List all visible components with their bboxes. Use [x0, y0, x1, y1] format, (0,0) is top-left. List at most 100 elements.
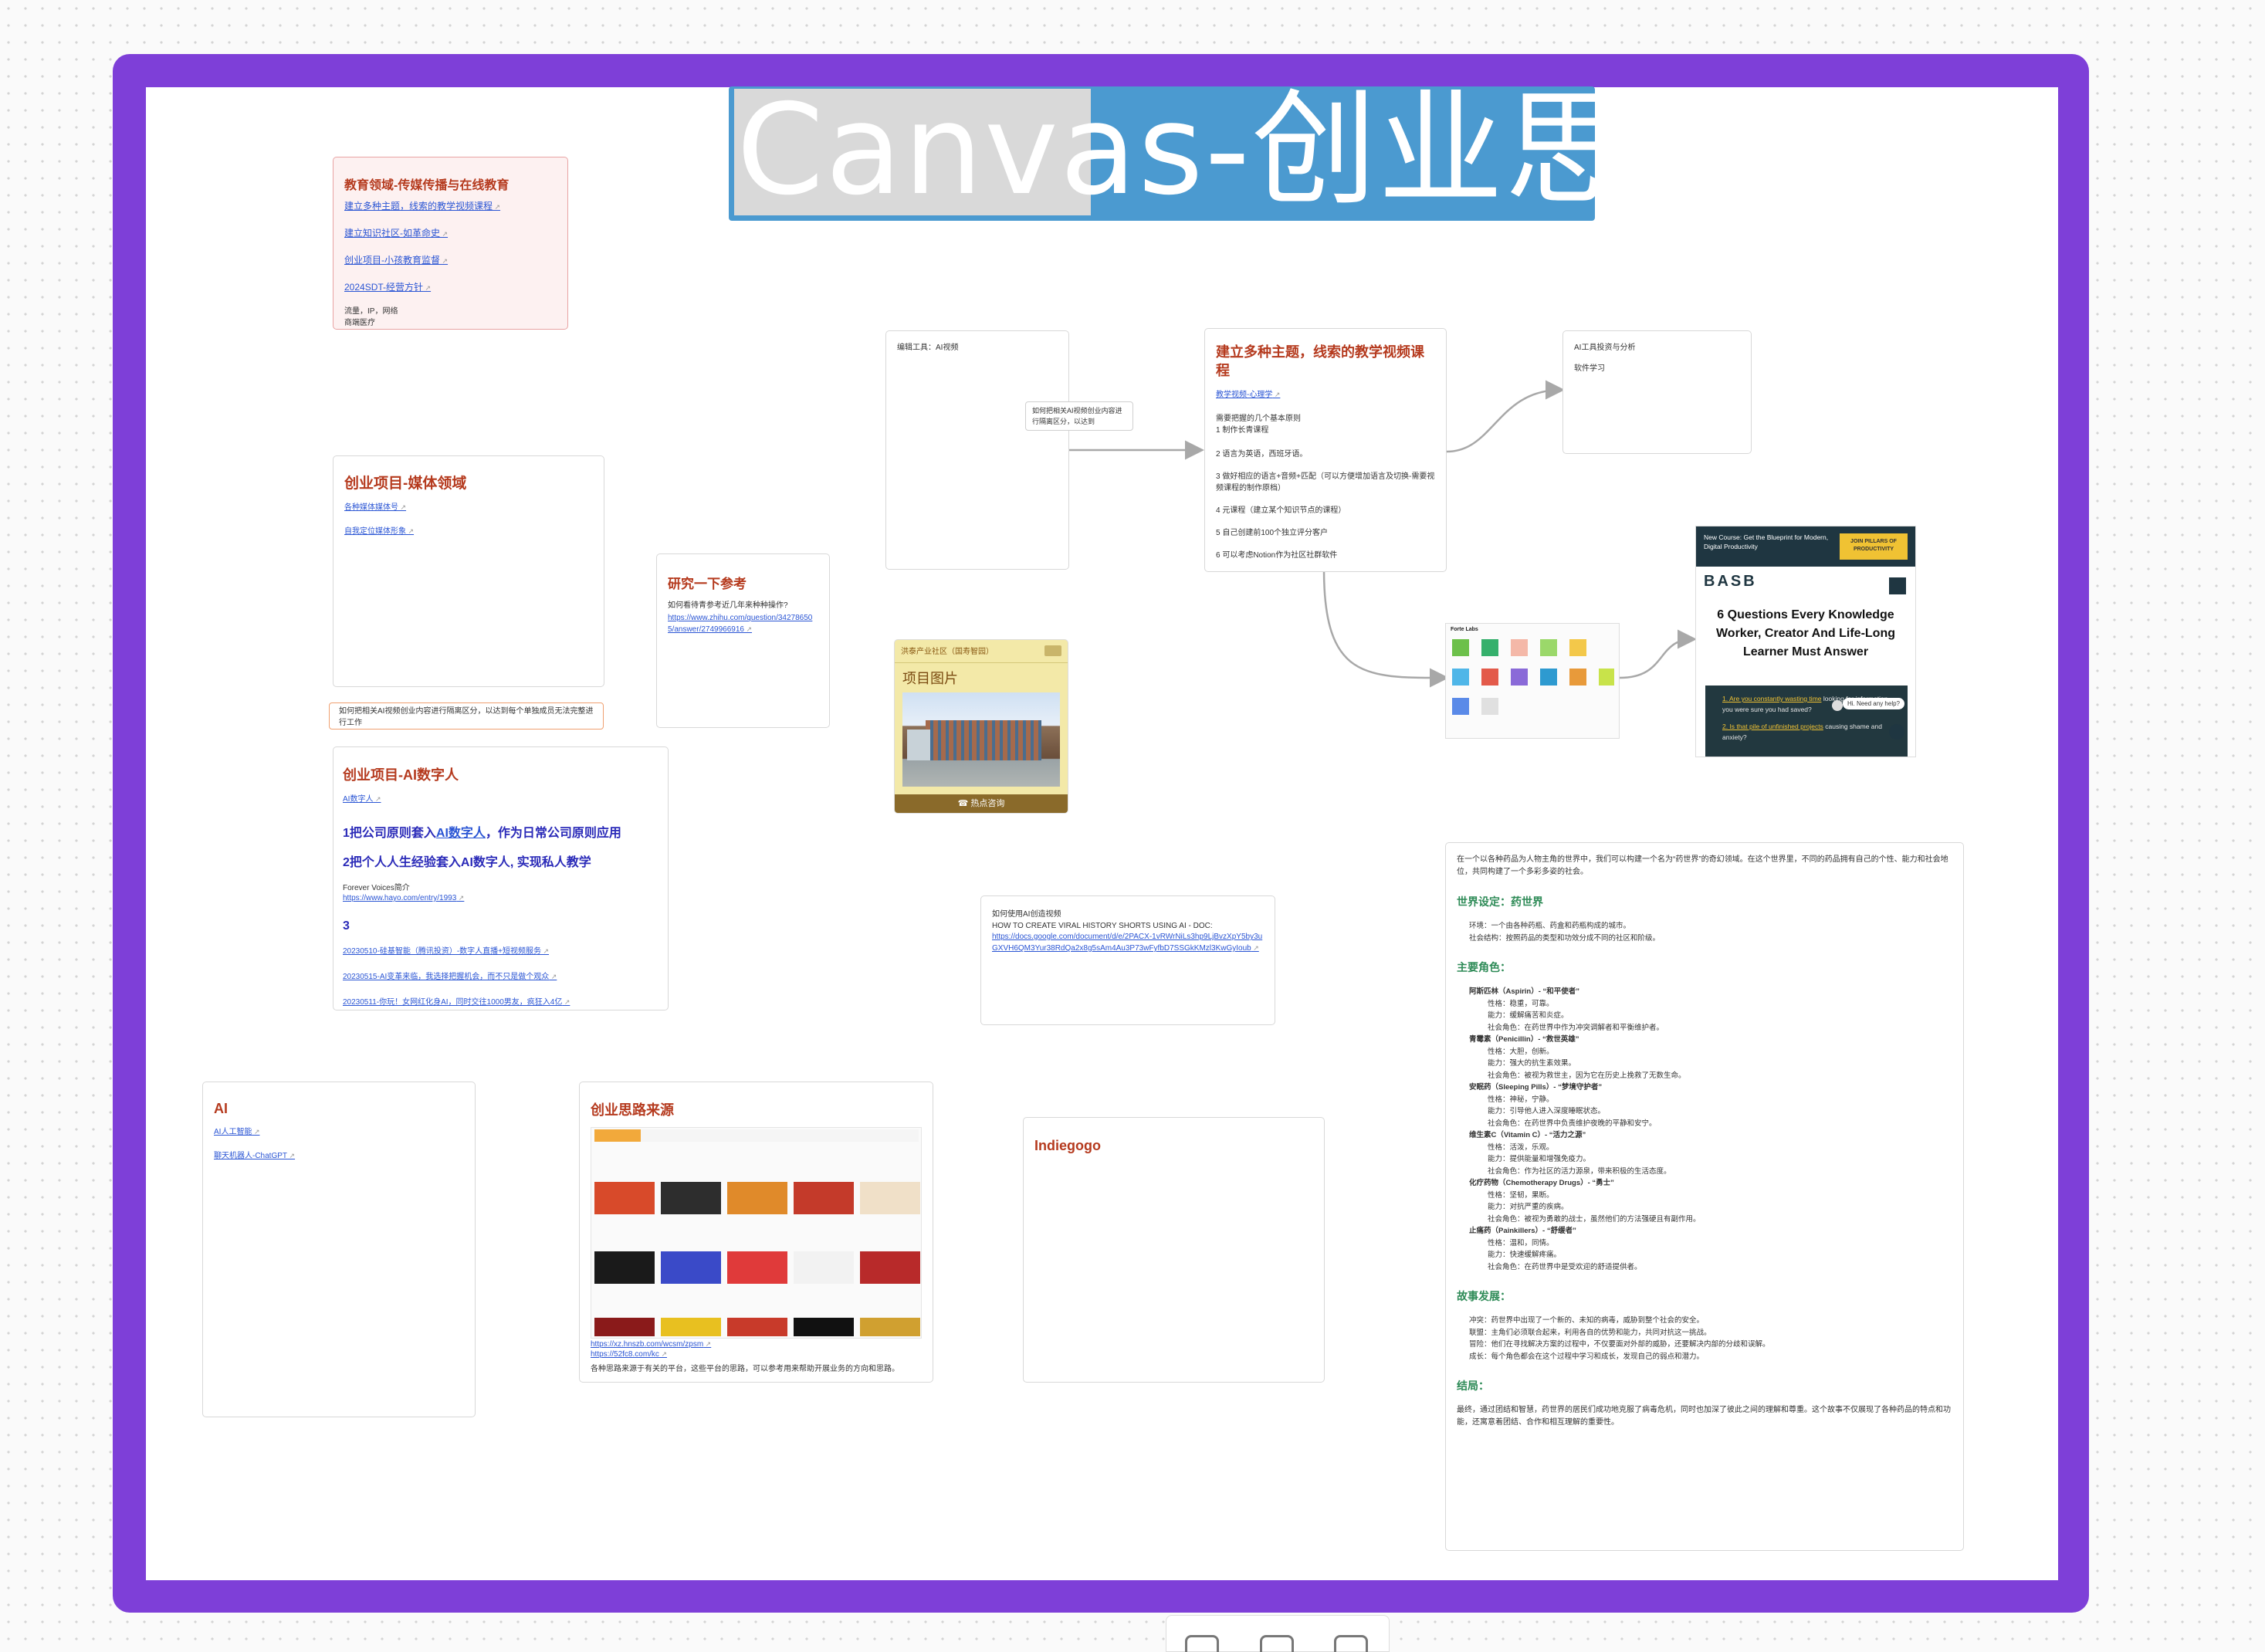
source-link-2[interactable]: https://52fc8.com/kc [591, 1350, 922, 1359]
char-painkillers: 止痛药（Painkillers）- “舒缓者” [1469, 1227, 1576, 1235]
forever-voices-label: Forever Voices简介 [343, 884, 410, 892]
ai-card-title: AI [214, 1101, 228, 1116]
source-link-1[interactable]: https://xz.hnszb.com/wcsm/zpsm [591, 1340, 922, 1349]
ai-human-card[interactable]: 创业项目-AI数字人 AI数字人 1把公司原则套入AI数字人，作为日常公司原则应… [333, 746, 669, 1010]
course-line-6: 5 自己创建前100个独立评分客户 [1216, 529, 1329, 537]
canvas-title[interactable]: Canvas-创业思路 [729, 86, 1595, 221]
education-card[interactable]: 教育领域-传媒传播与在线教育 建立多种主题，线索的教学视频课程 建立知识社区-如… [333, 157, 568, 330]
basb-web-embed[interactable]: New Course: Get the Blueprint for Modern… [1695, 526, 1916, 757]
education-title: 教育领域-传媒传播与在线教育 [344, 179, 510, 192]
course-line-2: 1 制作长青课程 [1216, 426, 1269, 435]
ideas-source-card[interactable]: 创业思路来源 https://xz.hnszb.com/wcsm/zpsm ht… [579, 1082, 933, 1383]
viral-shorts-card[interactable]: 如何使用AI创造视频 HOW TO CREATE VIRAL HISTORY S… [980, 895, 1275, 1025]
story-world-1: 环境：一个由各种药瓶、药盒和药瓶构成的城市。 [1469, 922, 1631, 930]
ai-tools-line2: 软件学习 [1574, 364, 1605, 373]
media-link-accounts[interactable]: 各种媒体媒体号 [344, 500, 593, 512]
research-link[interactable]: https://www.zhihu.com/question/342786505… [668, 613, 818, 635]
plot-adventure: 冒险：他们在寻找解决方案的过程中，不仅要面对外部的威胁，还要解决内部的分歧和误解… [1469, 1340, 1770, 1349]
basb-q1-link[interactable]: 1. Are you constantly wasting time [1722, 695, 1822, 702]
char-aspirin-attr-2: 能力：缓解痛苦和炎症。 [1488, 1011, 1569, 1020]
story-plot-title: 故事发展： [1457, 1290, 1511, 1302]
hamburger-icon[interactable] [1889, 577, 1906, 594]
char-vitamin-attr-2: 能力：提供能量和增强免疫力。 [1488, 1155, 1591, 1163]
ai-human-news-3[interactable]: 20230511-你玩！女网红化身AI，同时交往1000男友，疯狂入4亿 [343, 995, 659, 1007]
char-penicillin-attr-1: 性格：大胆，创新。 [1488, 1047, 1554, 1056]
new-media-icon[interactable] [1334, 1635, 1368, 1652]
line1-link[interactable]: AI数字人 [436, 827, 486, 840]
forte-labs-embed[interactable]: Forte Labs [1445, 623, 1620, 739]
char-sleeping-pills: 安眠药（Sleeping Pills）- “梦境守护者” [1469, 1083, 1603, 1092]
edu-note-traffic: 流量，IP，网络 [344, 307, 398, 316]
title-part2: -创业思路 [1204, 86, 1595, 221]
story-chars-title: 主要角色： [1457, 961, 1511, 973]
ai-human-link[interactable]: AI数字人 [343, 792, 659, 804]
edu-note-medical: 商端医疗 [344, 319, 375, 327]
char-sleeping-attr-3: 社会角色：在药世界中负责维护夜晚的平静和安宁。 [1488, 1119, 1657, 1128]
char-aspirin-attr-1: 性格：稳重，可靠。 [1488, 999, 1554, 1008]
new-note-icon[interactable] [1260, 1635, 1294, 1652]
edu-link-sdt[interactable]: 2024SDT-经营方针 [344, 280, 557, 293]
plot-alliance: 联盟：主角们必须联合起来，利用各自的优势和能力，共同对抗这一挑战。 [1469, 1328, 1711, 1337]
ai-link-chatgpt[interactable]: 聊天机器人-ChatGPT [214, 1149, 464, 1160]
indiegogo-card[interactable]: Indiegogo [1023, 1117, 1325, 1383]
plot-growth: 成长：每个角色都会在这个过程中学习和成长，发现自己的弱点和潜力。 [1469, 1352, 1705, 1361]
project-label: 项目图片 [902, 671, 958, 686]
viral-doc-link[interactable]: https://docs.google.com/document/d/e/2PA… [992, 932, 1264, 954]
basb-cta-button[interactable]: JOIN PILLARS OF PRODUCTIVITY [1840, 533, 1908, 560]
forever-voices-link[interactable]: https://www.hayo.com/entry/1993 [343, 894, 659, 902]
char-vitamin-c: 维生素C（Vitamin C）- “活力之源” [1469, 1131, 1586, 1139]
course-title: 建立多种主题，线索的教学视频课程 [1216, 344, 1424, 378]
ai-human-num3: 3 [343, 919, 350, 933]
course-link[interactable]: 教学视频-心理学 [1216, 388, 1435, 399]
project-image-card[interactable]: 洪泰产业社区（国寿智园） 项目图片 ☎ 热点咨询 [894, 639, 1068, 814]
ai-human-news-2[interactable]: 20230515-AI变革来临，我选择把握机会，而不只是做个观众 [343, 970, 659, 981]
char-painkillers-attr-3: 社会角色：在药世界中是受欢迎的舒适提供者。 [1488, 1262, 1642, 1271]
media-card[interactable]: 创业项目-媒体领域 各种媒体媒体号 自我定位媒体形象 [333, 455, 604, 687]
char-sleeping-attr-2: 能力：引导他人进入深度睡眠状态。 [1488, 1107, 1606, 1115]
title-text: Canvas-创业思路 [736, 86, 1595, 221]
edit-tool-card[interactable]: 编辑工具：AI视频 [885, 330, 1069, 570]
viral-line1: 如何使用AI创造视频 [992, 910, 1061, 919]
char-aspirin-attr-3: 社会角色：在药世界中作为冲突调解者和平衡维护者。 [1488, 1023, 1664, 1032]
ai-human-news-1[interactable]: 20230510-硅基智能（腾讯投资）-数字人直播+短视频服务 [343, 944, 659, 956]
research-title: 研究一下参考 [668, 577, 747, 591]
research-text: 如何看待青参考近几年来种种操作? [668, 601, 788, 610]
isolation-small-note[interactable]: 如何把相关AI视频创业内容进行隔离区分，以达到 [1025, 401, 1133, 431]
ai-card[interactable]: AI AI人工智能 聊天机器人-ChatGPT [202, 1082, 476, 1417]
building-photo [902, 692, 1060, 787]
ai-human-line2: 2把个人人生经验套入AI数字人, 实现私人教学 [343, 856, 591, 869]
edu-link-kids[interactable]: 创业项目-小孩教育监督 [344, 253, 557, 266]
title-part1: Canvas [736, 86, 1205, 221]
project-footer[interactable]: ☎ 热点咨询 [895, 794, 1068, 813]
chat-close-icon[interactable] [1832, 700, 1843, 711]
new-file-icon[interactable] [1185, 1635, 1219, 1652]
research-card[interactable]: 研究一下参考 如何看待青参考近几年来种种操作? https://www.zhih… [656, 553, 830, 728]
ai-human-title: 创业项目-AI数字人 [343, 767, 459, 783]
chat-icon[interactable] [1889, 724, 1904, 740]
edit-tool-label: 编辑工具：AI视频 [897, 344, 959, 352]
basb-q2-link[interactable]: 2. Is that pile of unfinished projects [1722, 723, 1823, 730]
isolation-small-note-text: 如何把相关AI视频创业内容进行隔离区分，以达到 [1032, 407, 1122, 425]
isolation-note[interactable]: 如何把相关AI视频创业内容进行隔离区分，以达到每个单独成员无法完整进行工作 [329, 702, 604, 730]
basb-chat-bubble[interactable]: Hi. Need any help? [1842, 698, 1904, 709]
ideas-source-title: 创业思路来源 [591, 1102, 674, 1118]
basb-q2: 2. Is that pile of unfinished projects c… [1722, 721, 1891, 743]
course-line-3: 2 语言为英语，西班牙语。 [1216, 450, 1308, 459]
char-vitamin-attr-1: 性格：活泼，乐观。 [1488, 1143, 1554, 1152]
char-chemo-attr-1: 性格：坚韧，果断。 [1488, 1190, 1554, 1200]
isolation-note-text: 如何把相关AI视频创业内容进行隔离区分，以达到每个单独成员无法完整进行工作 [339, 707, 594, 727]
drug-world-story-card[interactable]: 在一个以各种药品为人物主角的世界中，我们可以构建一个名为“药世界”的奇幻领域。在… [1445, 842, 1964, 1551]
course-card[interactable]: 建立多种主题，线索的教学视频课程 教学视频-心理学 需要把握的几个基本原则 1 … [1204, 328, 1447, 572]
ai-tools-card[interactable]: AI工具投资与分析 软件学习 [1562, 330, 1752, 454]
media-link-self-image[interactable]: 自我定位媒体形象 [344, 524, 593, 536]
menu-icon[interactable] [1044, 645, 1061, 656]
basb-logo: BASB [1704, 573, 1757, 590]
char-sleeping-attr-1: 性格：神秘，宁静。 [1488, 1095, 1554, 1104]
story-world-2: 社会结构：按照药品的类型和功效分成不同的社区和阶级。 [1469, 933, 1661, 943]
ai-human-line1: 1把公司原则套入AI数字人，作为日常公司原则应用 [343, 822, 659, 841]
edu-link-community[interactable]: 建立知识社区-如革命史 [344, 226, 557, 239]
course-line-1: 需要把握的几个基本原则 [1216, 415, 1301, 423]
edu-link-course[interactable]: 建立多种主题，线索的教学视频课程 [344, 199, 557, 212]
ai-link-intelligence[interactable]: AI人工智能 [214, 1125, 464, 1136]
source-footer: 各种思路来源于有关的平台，这些平台的思路，可以参考用来帮助开展业务的方向和思路。 [591, 1365, 899, 1373]
